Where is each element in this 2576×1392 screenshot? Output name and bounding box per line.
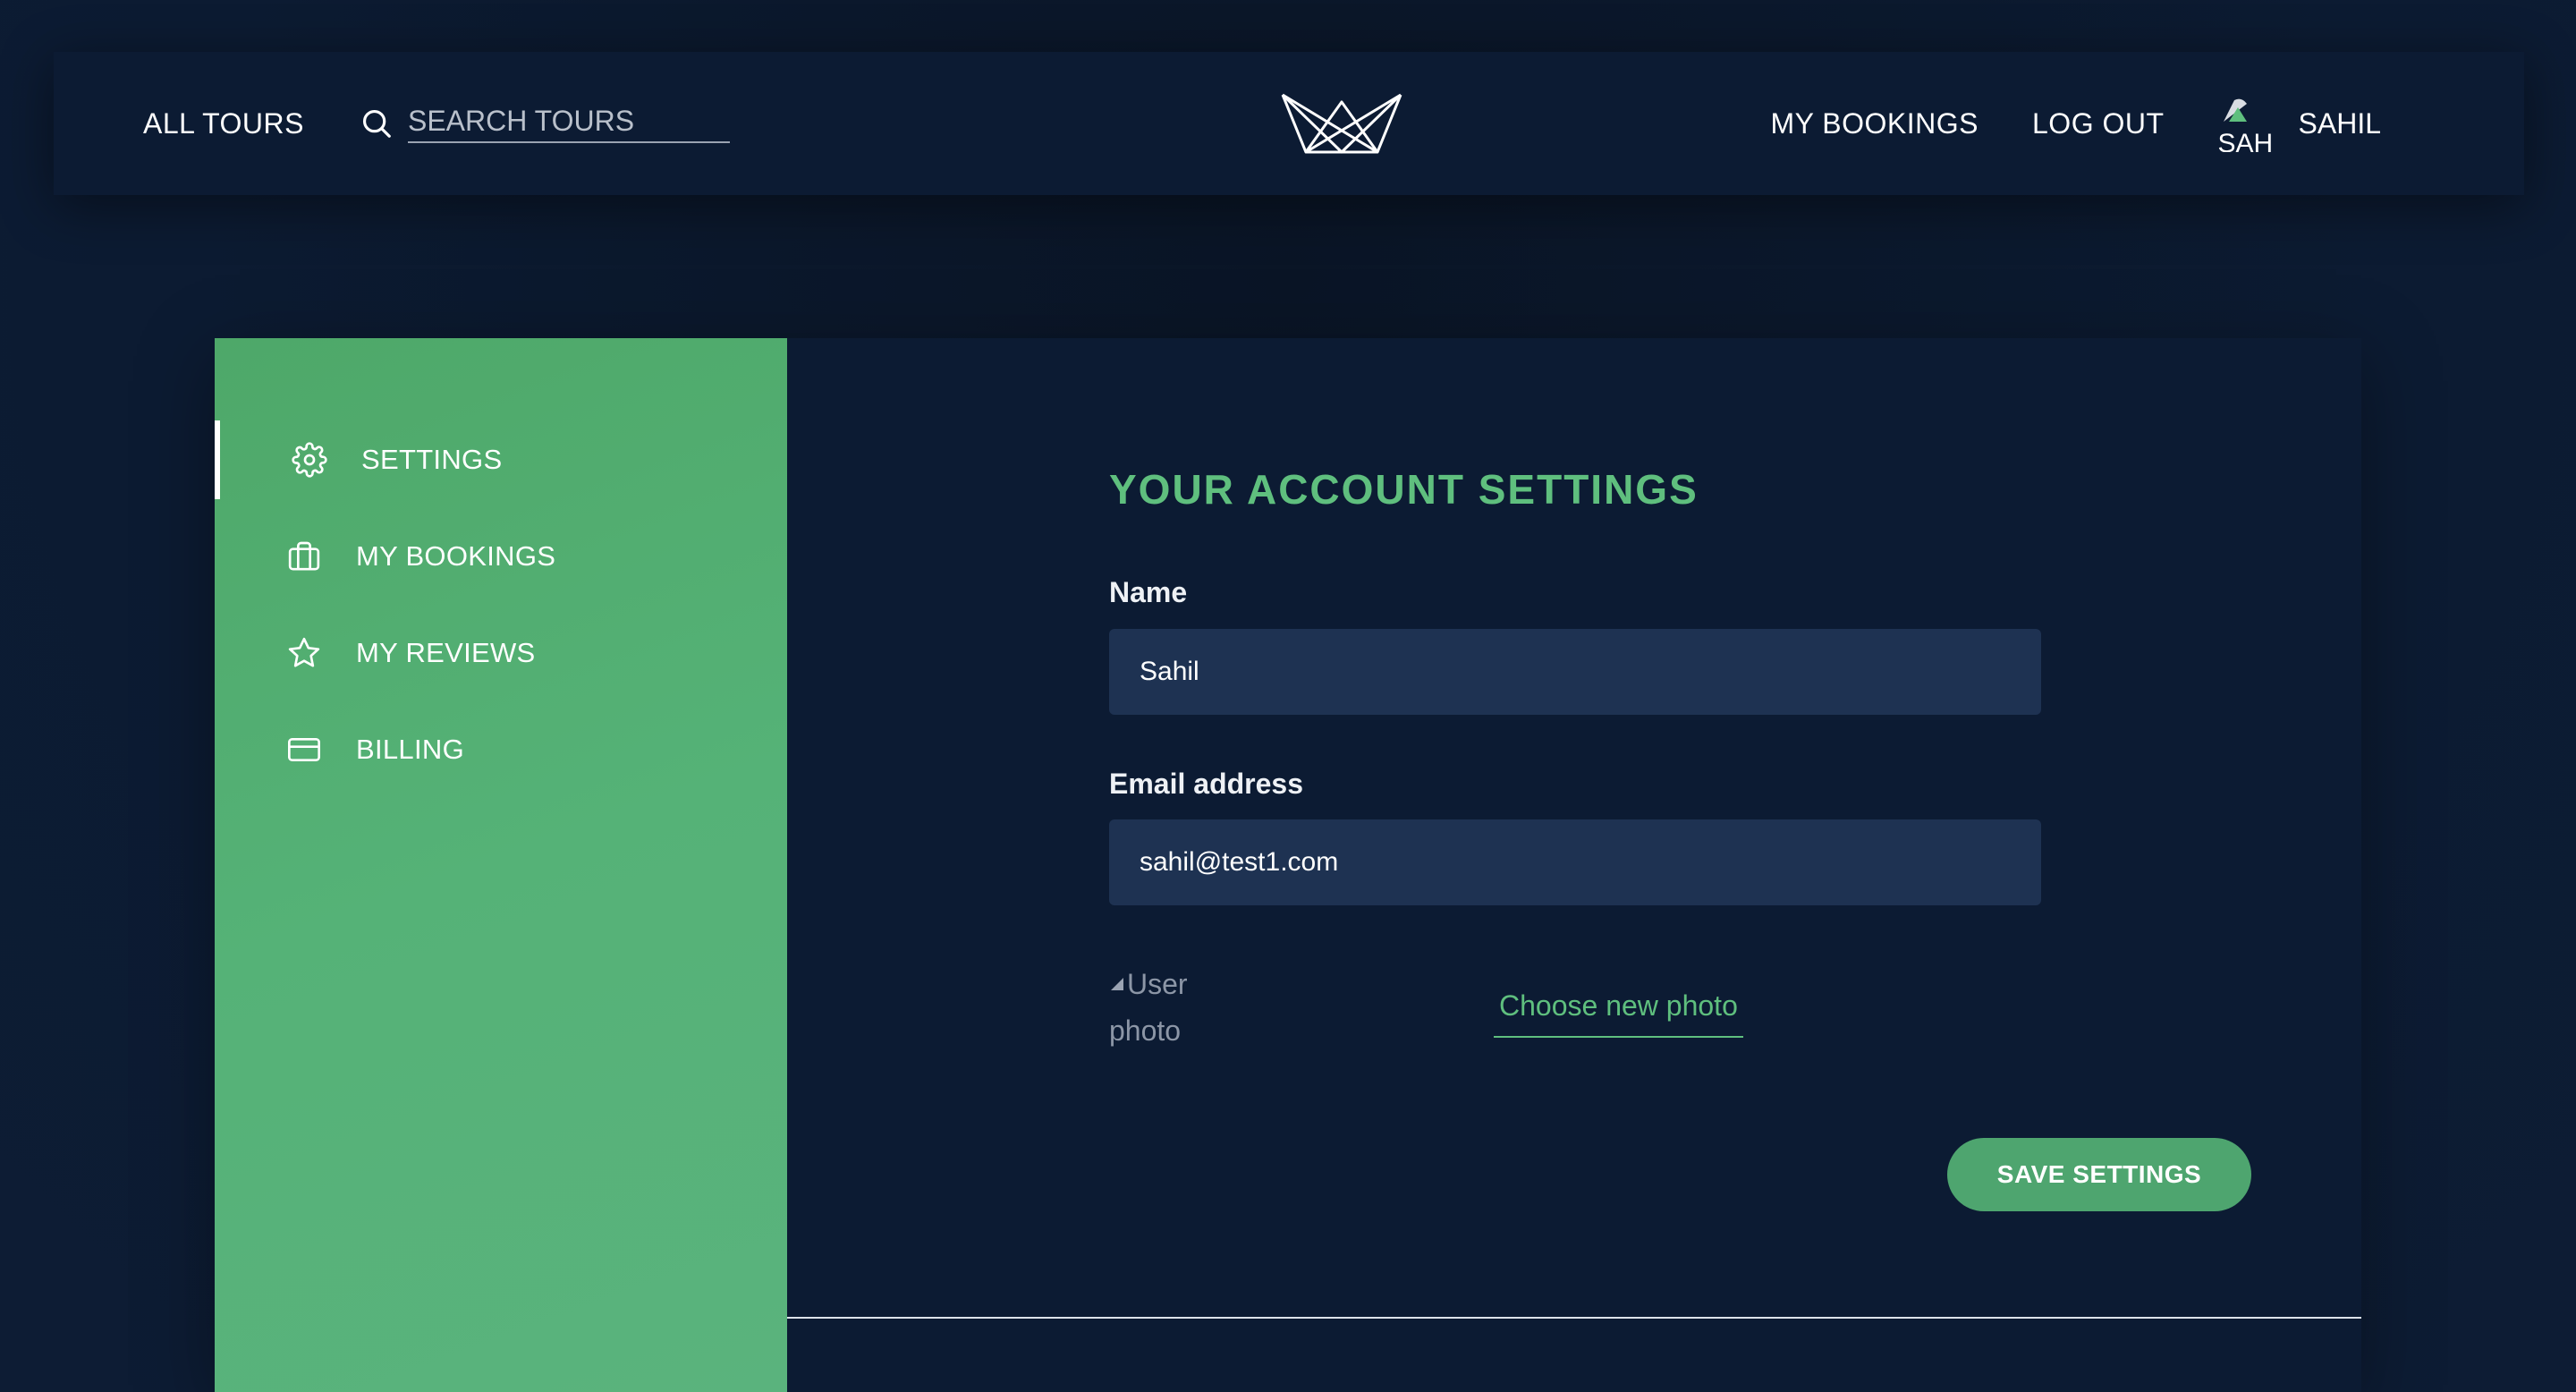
search-icon[interactable] xyxy=(360,106,394,140)
save-settings-button[interactable]: SAVE SETTINGS xyxy=(1947,1138,2251,1211)
sidebar-item-label: MY BOOKINGS xyxy=(356,540,556,572)
nav-right: MY BOOKINGS LOG OUT SAH SAHIL xyxy=(1716,52,2381,195)
broken-image-icon xyxy=(2223,98,2247,122)
nav-left: ALL TOURS xyxy=(143,52,730,195)
sidebar-item-my-bookings[interactable]: MY BOOKINGS xyxy=(215,517,787,596)
account-card: SETTINGS MY BOOKINGS MY REVIEWS BILLING … xyxy=(215,338,2361,1392)
page: ALL TOURS MY BOOKINGS LOG OUT xyxy=(0,0,2576,1392)
gear-icon xyxy=(292,442,327,478)
user-name: SAHIL xyxy=(2298,106,2381,140)
choose-photo-link[interactable]: Choose new photo xyxy=(1494,982,1743,1038)
avatar-alt-text: SAH xyxy=(2217,129,2274,153)
user-profile-link[interactable]: SAH SAHIL xyxy=(2218,95,2381,152)
page-title: YOUR ACCOUNT SETTINGS xyxy=(1109,466,1699,513)
name-field[interactable] xyxy=(1109,629,2041,715)
sidebar: SETTINGS MY BOOKINGS MY REVIEWS BILLING xyxy=(215,338,787,1392)
settings-content: YOUR ACCOUNT SETTINGS Name Email address… xyxy=(787,338,2361,1392)
all-tours-link[interactable]: ALL TOURS xyxy=(143,107,304,140)
sidebar-item-billing[interactable]: BILLING xyxy=(215,710,787,789)
section-divider xyxy=(787,1317,2361,1319)
search-form xyxy=(360,104,730,143)
top-navigation-bar: ALL TOURS MY BOOKINGS LOG OUT xyxy=(54,52,2524,195)
star-icon xyxy=(288,637,320,667)
broken-image-icon xyxy=(1111,978,1123,990)
user-photo: User photo xyxy=(1109,961,1216,1054)
my-bookings-link[interactable]: MY BOOKINGS xyxy=(1770,107,1979,140)
briefcase-icon xyxy=(288,541,320,571)
sidebar-item-settings[interactable]: SETTINGS xyxy=(215,420,787,499)
search-input[interactable] xyxy=(407,104,730,143)
sidebar-item-label: BILLING xyxy=(356,734,464,765)
credit-card-icon xyxy=(288,738,320,761)
name-label: Name xyxy=(1109,576,1188,608)
log-out-link[interactable]: LOG OUT xyxy=(2032,107,2165,140)
sidebar-item-my-reviews[interactable]: MY REVIEWS xyxy=(215,614,787,692)
sidebar-item-label: SETTINGS xyxy=(361,444,503,475)
crown-logo-icon[interactable] xyxy=(1281,88,1402,156)
email-label: Email address xyxy=(1109,768,1303,800)
email-field[interactable] xyxy=(1109,819,2041,905)
sidebar-item-label: MY REVIEWS xyxy=(356,637,536,668)
avatar: SAH xyxy=(2218,95,2275,152)
